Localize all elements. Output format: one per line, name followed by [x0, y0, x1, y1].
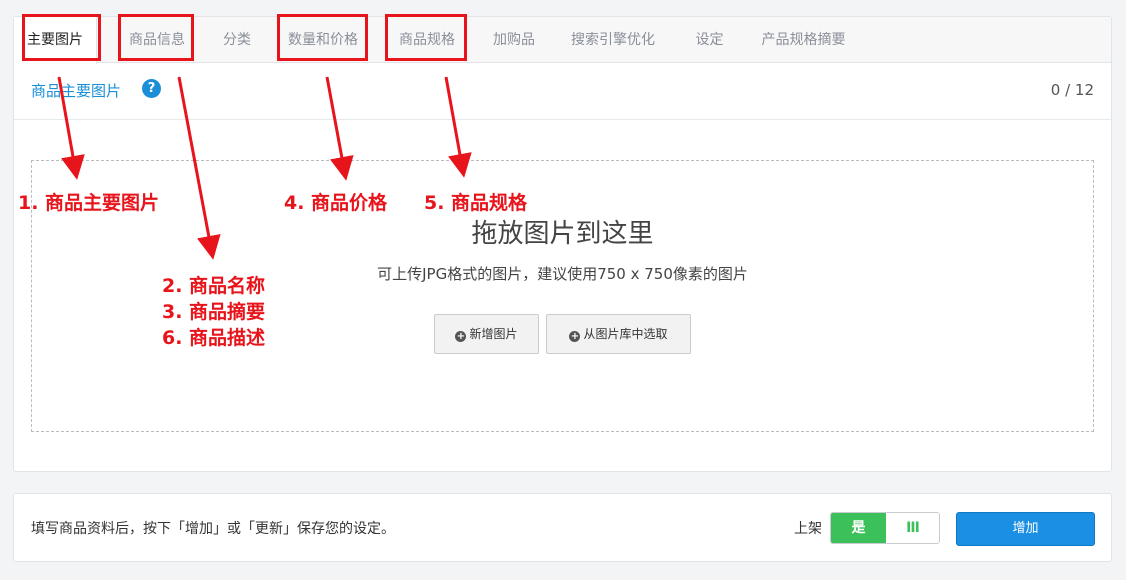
tab-addon-products[interactable]: 加购品 — [484, 17, 544, 63]
choose-from-library-button[interactable]: + 从图片库中选取 — [546, 314, 691, 354]
image-panel: 主要图片 商品信息 分类 数量和价格 商品规格 加购品 搜索引擎优化 设定 产品… — [13, 16, 1112, 472]
plus-circle-icon: + — [455, 331, 467, 342]
annotation-price: 4. 商品价格 — [284, 192, 388, 214]
annotation-name: 2. 商品名称 — [162, 275, 266, 297]
tab-category[interactable]: 分类 — [212, 17, 262, 63]
tab-product-spec[interactable]: 商品规格 — [387, 17, 467, 63]
annotation-product-info-group: 2. 商品名称 3. 商品摘要 6. 商品描述 — [162, 273, 265, 351]
footer-hint: 填写商品资料后，按下「增加」或「更新」保存您的设定。 — [31, 521, 395, 537]
annotation-summary: 3. 商品摘要 — [162, 301, 266, 323]
plus-circle-icon: + — [569, 331, 581, 342]
tab-quantity-price[interactable]: 数量和价格 — [278, 17, 368, 63]
section-header: 商品主要图片 ? 0 / 12 — [14, 63, 1111, 120]
tab-spec-summary[interactable]: 产品规格摘要 — [751, 17, 856, 63]
add-button[interactable]: 增加 — [956, 512, 1095, 546]
footer-bar: 填写商品资料后，按下「增加」或「更新」保存您的设定。 上架 是 III 增加 — [13, 493, 1112, 562]
tab-product-info[interactable]: 商品信息 — [117, 17, 197, 63]
shelf-label: 上架 — [794, 521, 822, 537]
add-image-button[interactable]: + 新增图片 — [434, 314, 539, 354]
tab-bar: 主要图片 商品信息 分类 数量和价格 商品规格 加购品 搜索引擎优化 设定 产品… — [14, 17, 1111, 64]
tab-settings[interactable]: 设定 — [687, 17, 732, 63]
section-title: 商品主要图片 — [31, 82, 122, 100]
product-editor-page: 主要图片 商品信息 分类 数量和价格 商品规格 加购品 搜索引擎优化 设定 产品… — [0, 0, 1126, 580]
tab-seo[interactable]: 搜索引擎优化 — [563, 17, 663, 63]
question-circle-icon[interactable]: ? — [142, 79, 161, 98]
library-label: 从图片库中选取 — [583, 327, 668, 341]
dropzone-title: 拖放图片到这里 — [471, 219, 654, 249]
toggle-grip-icon: III — [886, 513, 939, 543]
annotation-description: 6. 商品描述 — [162, 327, 266, 349]
add-image-label: 新增图片 — [469, 327, 518, 341]
annotation-main-image: 1. 商品主要图片 — [18, 192, 160, 214]
toggle-on-label: 是 — [831, 513, 886, 543]
annotation-spec: 5. 商品规格 — [424, 192, 528, 214]
tab-main-image[interactable]: 主要图片 — [14, 17, 97, 64]
image-counter: 0 / 12 — [1050, 81, 1094, 99]
shelf-toggle[interactable]: 是 III — [830, 512, 940, 544]
